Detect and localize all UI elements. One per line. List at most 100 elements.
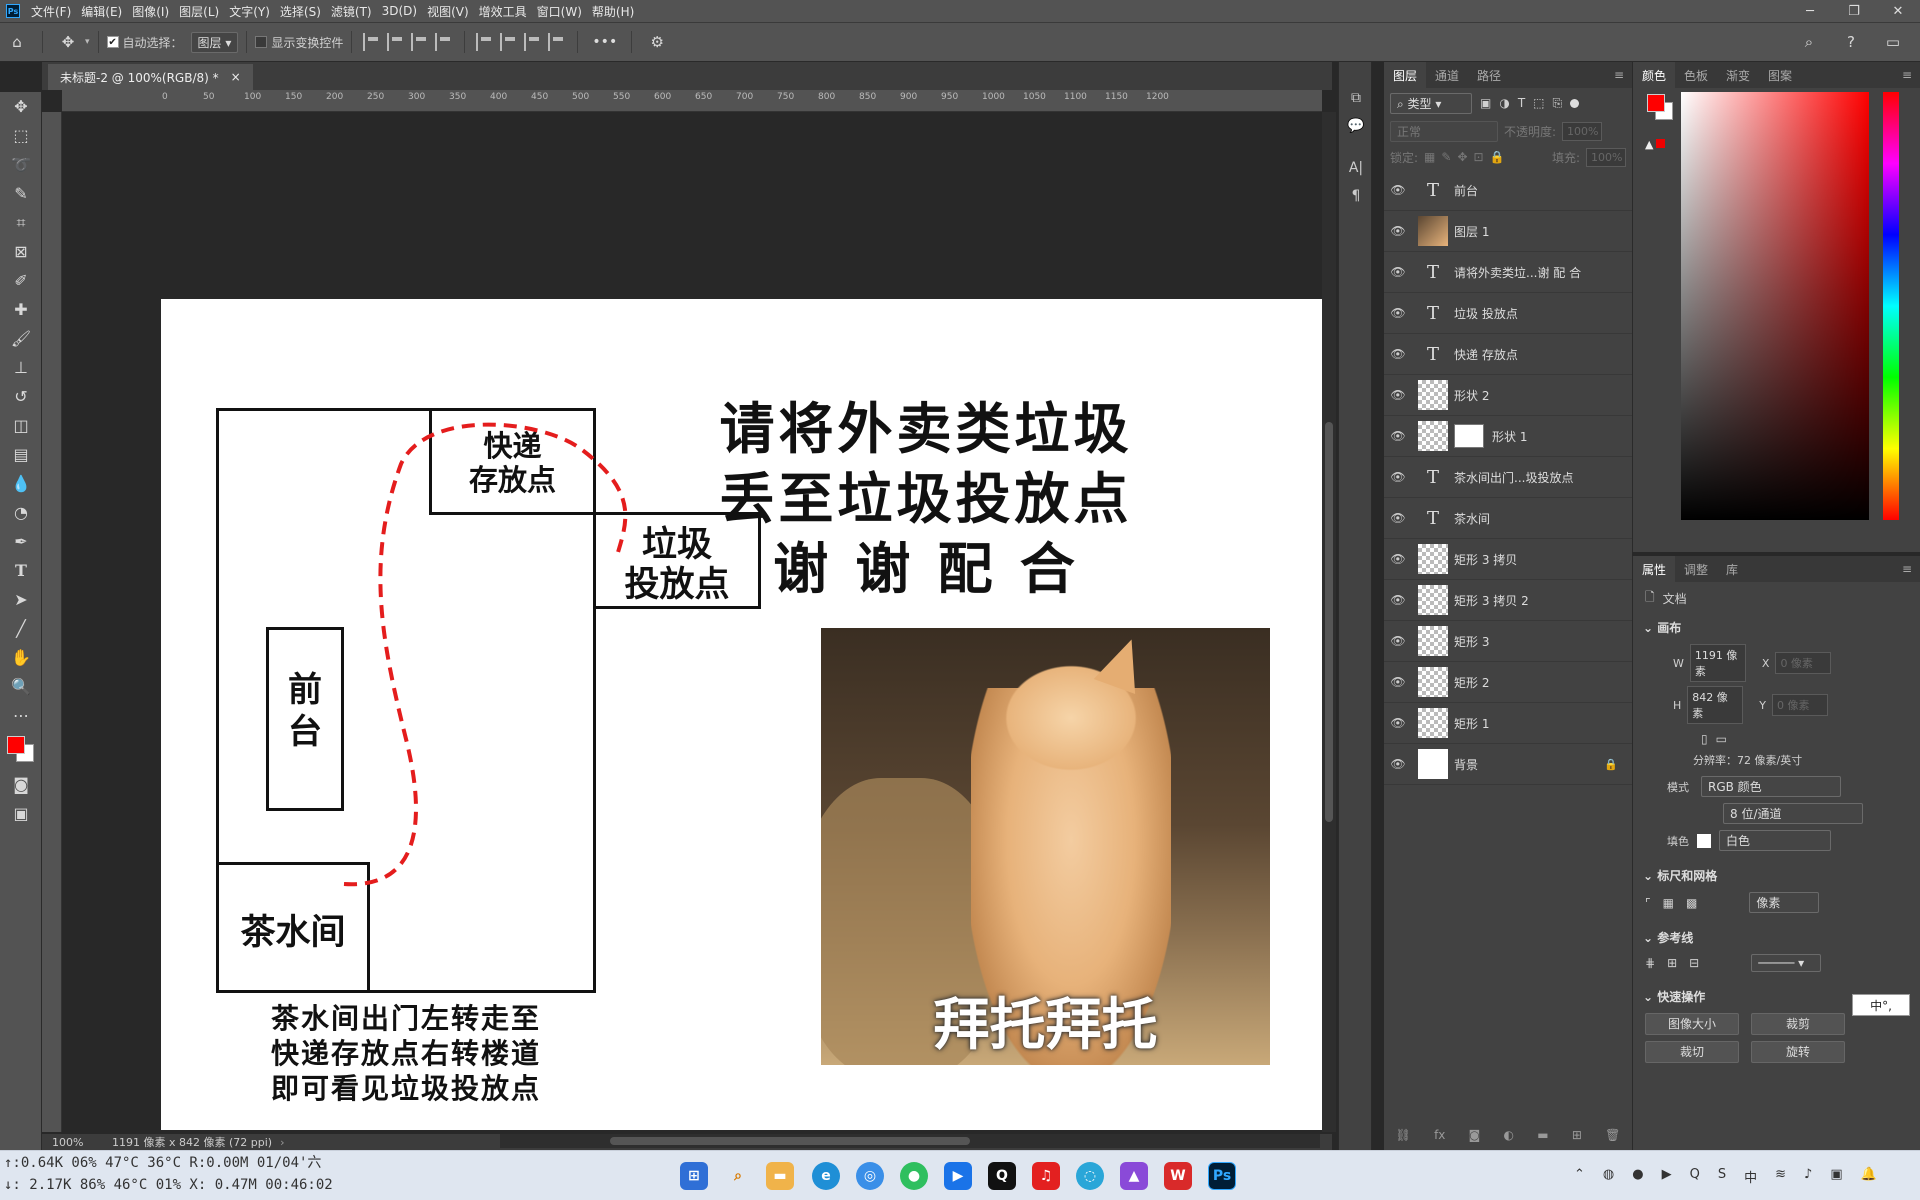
- layer-filter-dropdown[interactable]: ⌕ 类型 ▾: [1390, 92, 1472, 114]
- layer-row[interactable]: 👁 T 垃圾 投放点: [1384, 293, 1632, 334]
- photoshop-taskbar-icon[interactable]: Ps: [1208, 1162, 1236, 1190]
- tab-adjustments[interactable]: 调整: [1675, 561, 1717, 578]
- align-bottom-icon[interactable]: [524, 33, 542, 51]
- align-right-icon[interactable]: [411, 33, 429, 51]
- layer-row[interactable]: 👁 矩形 3: [1384, 621, 1632, 662]
- visibility-eye-icon[interactable]: 👁: [1384, 265, 1412, 279]
- fill-field[interactable]: 100%: [1586, 147, 1626, 167]
- gamut-warning-icon[interactable]: ▲: [1645, 138, 1666, 151]
- menu-3d[interactable]: 3D(D): [377, 4, 422, 18]
- qq-icon[interactable]: Q: [988, 1162, 1016, 1190]
- filter-image-icon[interactable]: ▣: [1480, 96, 1491, 110]
- layer-row[interactable]: 👁 T 茶水间出门...圾投放点: [1384, 457, 1632, 498]
- eraser-tool-icon[interactable]: ◫: [0, 411, 42, 440]
- mode-dropdown[interactable]: RGB 颜色: [1701, 776, 1841, 797]
- canvas-section-header[interactable]: ⌄ 画布: [1633, 615, 1920, 640]
- horizontal-scrollbar[interactable]: [500, 1134, 1320, 1148]
- layer-row[interactable]: 👁 形状 2: [1384, 375, 1632, 416]
- foreground-color-swatch[interactable]: [7, 736, 25, 754]
- eyedropper-tool-icon[interactable]: ✐: [0, 266, 42, 295]
- tab-paths[interactable]: 路径: [1468, 67, 1510, 84]
- panel-menu-icon[interactable]: ≡: [1902, 68, 1920, 82]
- visibility-eye-icon[interactable]: 👁: [1384, 634, 1412, 648]
- layer-row[interactable]: 👁 T 快递 存放点: [1384, 334, 1632, 375]
- comments-panel-icon[interactable]: 💬: [1339, 112, 1373, 140]
- move-tool-icon[interactable]: ✥: [57, 31, 79, 53]
- width-field[interactable]: 1191 像素: [1689, 644, 1746, 682]
- tray-wifi-icon[interactable]: ≋: [1775, 1167, 1786, 1186]
- filter-type-icon[interactable]: T: [1518, 96, 1525, 110]
- menu-plugins[interactable]: 增效工具: [474, 3, 532, 20]
- ruler-toggle-icon[interactable]: ⌜: [1645, 896, 1651, 910]
- new-layer-icon[interactable]: ⊞: [1572, 1128, 1582, 1142]
- panel-menu-icon[interactable]: ≡: [1902, 562, 1920, 576]
- more-options-button[interactable]: •••: [592, 34, 617, 50]
- portrait-icon[interactable]: ▯: [1701, 732, 1708, 746]
- restore-icon[interactable]: ❐: [1832, 4, 1876, 19]
- bit-depth-dropdown[interactable]: 8 位/通道: [1723, 803, 1863, 824]
- line-tool-icon[interactable]: ╱: [0, 614, 42, 643]
- panel-menu-icon[interactable]: ≡: [1614, 68, 1632, 82]
- align-left-icon[interactable]: [363, 33, 381, 51]
- tab-libraries[interactable]: 库: [1717, 561, 1747, 578]
- paragraph-panel-icon[interactable]: ¶: [1339, 182, 1373, 210]
- visibility-eye-icon[interactable]: 👁: [1384, 757, 1412, 771]
- visibility-eye-icon[interactable]: 👁: [1384, 470, 1412, 484]
- adjustment-layer-icon[interactable]: ◐: [1504, 1128, 1514, 1142]
- tab-patterns[interactable]: 图案: [1759, 67, 1801, 84]
- align-top-icon[interactable]: [476, 33, 494, 51]
- quick-select-tool-icon[interactable]: ✎: [0, 179, 42, 208]
- tray-wechat-icon[interactable]: ●: [1632, 1167, 1643, 1186]
- layer-row[interactable]: 👁 矩形 1: [1384, 703, 1632, 744]
- visibility-eye-icon[interactable]: 👁: [1384, 716, 1412, 730]
- close-window-icon[interactable]: ✕: [1876, 4, 1920, 19]
- hue-slider[interactable]: [1883, 92, 1899, 520]
- more-tools-icon[interactable]: ⋯: [0, 701, 42, 730]
- image-size-button[interactable]: 图像大小: [1645, 1013, 1739, 1035]
- tray-app-icon[interactable]: ◍: [1603, 1167, 1614, 1186]
- tray-sogou-icon[interactable]: S: [1718, 1167, 1726, 1186]
- ruler-unit-dropdown[interactable]: 像素: [1749, 892, 1820, 913]
- canvas-area[interactable]: 快递 存放点 垃圾 投放点 前 台 茶水间 请将外卖类垃圾 丢至垃圾投放点 谢 …: [62, 112, 1322, 1130]
- visibility-eye-icon[interactable]: 👁: [1384, 593, 1412, 607]
- minimize-icon[interactable]: ─: [1788, 4, 1832, 19]
- visibility-eye-icon[interactable]: 👁: [1384, 183, 1412, 197]
- visibility-eye-icon[interactable]: 👁: [1384, 552, 1412, 566]
- file-explorer-icon[interactable]: ▬: [766, 1162, 794, 1190]
- history-panel-icon[interactable]: ⧉: [1339, 84, 1373, 112]
- trim-button[interactable]: 裁切: [1645, 1041, 1739, 1063]
- menu-view[interactable]: 视图(V): [422, 3, 474, 20]
- color-fg-swatch[interactable]: [1647, 94, 1665, 112]
- layer-row[interactable]: 👁 矩形 2: [1384, 662, 1632, 703]
- search-icon[interactable]: ⌕: [724, 1162, 752, 1190]
- search-icon[interactable]: ⌕: [1798, 31, 1820, 53]
- menu-type[interactable]: 文字(Y): [224, 3, 275, 20]
- align-hcenter-icon[interactable]: [387, 33, 405, 51]
- stamp-tool-icon[interactable]: ⊥: [0, 353, 42, 382]
- crop-button[interactable]: 裁剪: [1751, 1013, 1845, 1035]
- creative-app-icon[interactable]: ▲: [1120, 1162, 1148, 1190]
- show-transform-checkbox[interactable]: [255, 36, 268, 48]
- guide-style-dropdown[interactable]: ───── ▾: [1751, 954, 1822, 972]
- frame-tool-icon[interactable]: ⊠: [0, 237, 42, 266]
- x-field[interactable]: 0 像素: [1775, 652, 1832, 674]
- help-icon[interactable]: ?: [1840, 31, 1862, 53]
- path-select-tool-icon[interactable]: ➤: [0, 585, 42, 614]
- link-layers-icon[interactable]: ⛓: [1396, 1128, 1411, 1142]
- marquee-tool-icon[interactable]: ⬚: [0, 121, 42, 150]
- edge-icon[interactable]: e: [812, 1162, 840, 1190]
- start-icon[interactable]: ⊞: [680, 1162, 708, 1190]
- color-swatches[interactable]: [0, 730, 41, 770]
- artboard[interactable]: 快递 存放点 垃圾 投放点 前 台 茶水间 请将外卖类垃圾 丢至垃圾投放点 谢 …: [161, 299, 1322, 1130]
- crop-tool-icon[interactable]: ⌗: [0, 208, 42, 237]
- healing-tool-icon[interactable]: ✚: [0, 295, 42, 324]
- lock-artboard-icon[interactable]: ⊡: [1474, 150, 1484, 164]
- screen-mode-icon[interactable]: ▣: [0, 799, 42, 828]
- filter-smart-icon[interactable]: ⎘: [1553, 96, 1563, 111]
- blend-mode-dropdown[interactable]: 正常: [1390, 120, 1498, 142]
- pen-tool-icon[interactable]: ✒: [0, 527, 42, 556]
- visibility-eye-icon[interactable]: 👁: [1384, 347, 1412, 361]
- workspace-icon[interactable]: ▭: [1882, 31, 1904, 53]
- menu-help[interactable]: 帮助(H): [587, 3, 639, 20]
- tray-volume-icon[interactable]: ♪: [1804, 1167, 1812, 1186]
